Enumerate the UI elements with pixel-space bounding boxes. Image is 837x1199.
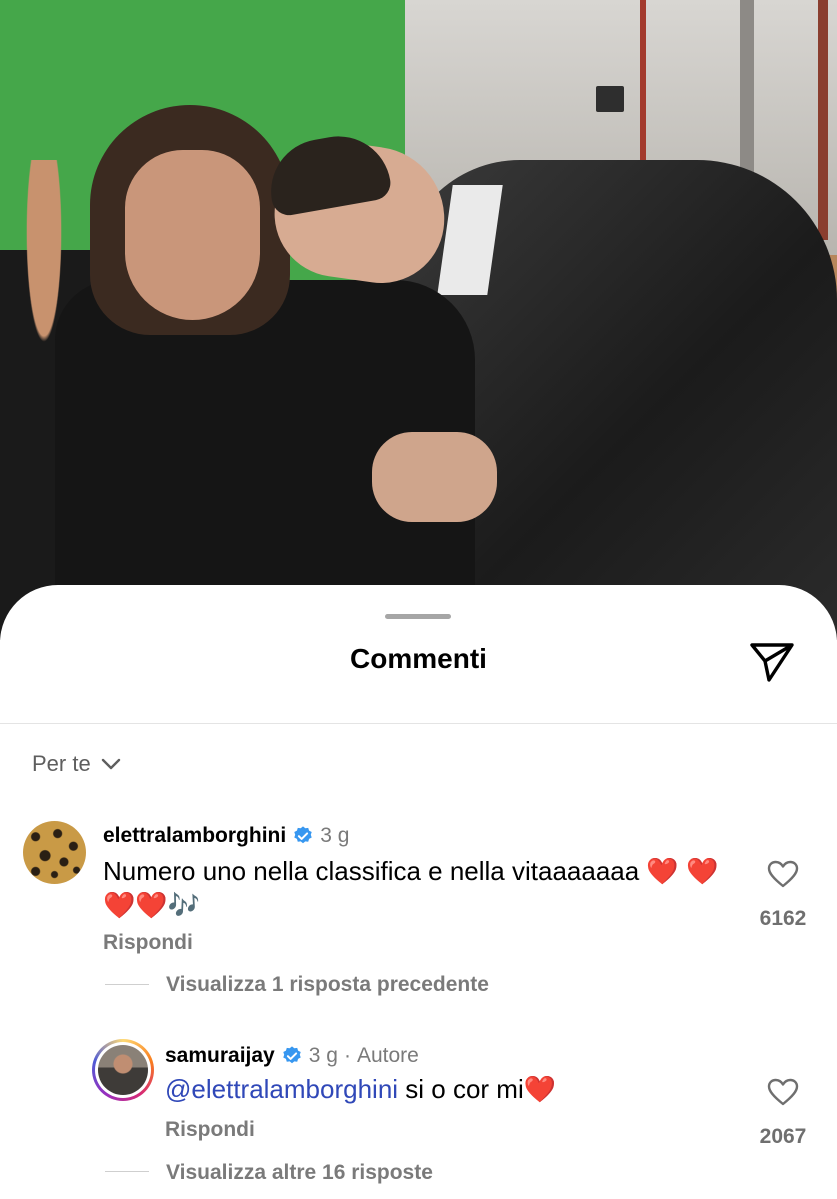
thread-line [105,984,149,985]
thread-line [105,1171,149,1172]
comment-body: si o cor mi❤️ [398,1074,557,1104]
sheet-drag-handle[interactable] [385,614,451,619]
meta-separator: · [343,1044,351,1067]
avatar-elettralamborghini[interactable] [23,821,86,884]
avatar-samuraijay[interactable] [92,1039,154,1101]
heart-icon[interactable] [767,1078,799,1106]
reply-button[interactable]: Rispondi [165,1118,725,1142]
heart-icon[interactable] [767,860,799,888]
sort-dropdown[interactable]: Per te [32,751,121,777]
comment-text: @elettralamborghini si o cor mi❤️ [165,1072,725,1106]
comment-text: Numero uno nella classifica e nella vita… [103,856,719,920]
like-control: 6162 [755,860,811,931]
paper-plane-icon [750,643,794,682]
like-control: 2067 [755,1078,811,1149]
mention-link[interactable]: @elettralamborghini [165,1074,398,1104]
sort-label: Per te [32,751,91,776]
view-more-replies-link[interactable]: Visualizza altre 16 risposte [166,1161,433,1185]
reply-item: samuraijay 3 g · Autore @elettralamborgh… [165,1044,725,1142]
post-photo [0,0,837,640]
header-divider [0,723,837,724]
comment-item: elettralamborghini 3 g Numero uno nella … [103,824,743,955]
view-previous-replies-link[interactable]: Visualizza 1 risposta precedente [166,973,489,997]
comment-time: 3 g [308,1044,338,1067]
chevron-down-icon [101,758,120,770]
comment-username[interactable]: elettralamborghini [103,824,286,848]
like-count: 6162 [759,907,807,930]
verified-badge-icon [283,1046,301,1064]
sheet-title: Commenti [350,643,487,674]
like-count: 2067 [759,1125,807,1148]
share-button[interactable] [746,639,798,685]
reply-button[interactable]: Rispondi [103,931,743,955]
author-label: Autore [356,1044,419,1067]
comment-time: 3 g [320,824,350,847]
verified-badge-icon [294,826,312,844]
comments-sheet: Commenti Per te elettralamborghini 3 g N… [0,585,837,1199]
comment-username[interactable]: samuraijay [165,1044,275,1068]
